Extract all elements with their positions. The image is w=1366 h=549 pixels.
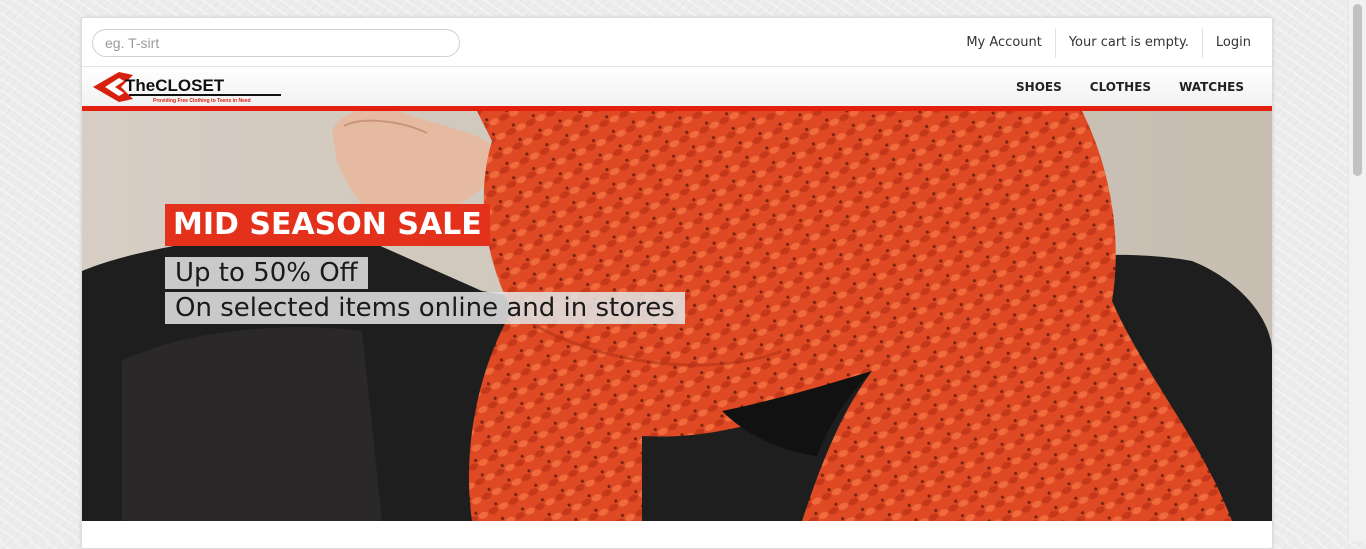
page-container: My Account Your cart is empty. Login The…	[81, 17, 1273, 549]
logo-tagline: Providing Free Clothing to Teens in Need	[153, 98, 251, 104]
hero-subtitle: Up to 50% Off	[165, 257, 368, 289]
hero-description: On selected items online and in stores	[165, 292, 685, 324]
site-logo[interactable]: TheCLOSET Providing Free Clothing to Tee…	[91, 69, 286, 105]
my-account-link[interactable]: My Account	[953, 28, 1055, 58]
hero-caption: MID SEASON SALE Up to 50% Off On selecte…	[165, 204, 685, 324]
hero-title: MID SEASON SALE	[165, 204, 490, 246]
cart-link[interactable]: Your cart is empty.	[1054, 28, 1202, 58]
main-navbar: TheCLOSET Providing Free Clothing to Tee…	[82, 66, 1272, 107]
hero-banner[interactable]: MID SEASON SALE Up to 50% Off On selecte…	[82, 111, 1272, 521]
nav-shoes[interactable]: SHOES	[1002, 67, 1076, 107]
search-input[interactable]	[92, 29, 460, 57]
login-link[interactable]: Login	[1201, 28, 1264, 58]
nav-watches[interactable]: WATCHES	[1165, 67, 1258, 107]
page-scrollbar[interactable]	[1348, 0, 1366, 541]
category-nav: SHOES CLOTHES WATCHES	[1002, 67, 1258, 107]
scrollbar-thumb[interactable]	[1353, 4, 1362, 176]
top-bar: My Account Your cart is empty. Login	[82, 18, 1272, 66]
account-links: My Account Your cart is empty. Login	[953, 28, 1264, 58]
nav-clothes[interactable]: CLOTHES	[1076, 67, 1165, 107]
logo-wordmark: TheCLOSET	[125, 76, 225, 95]
